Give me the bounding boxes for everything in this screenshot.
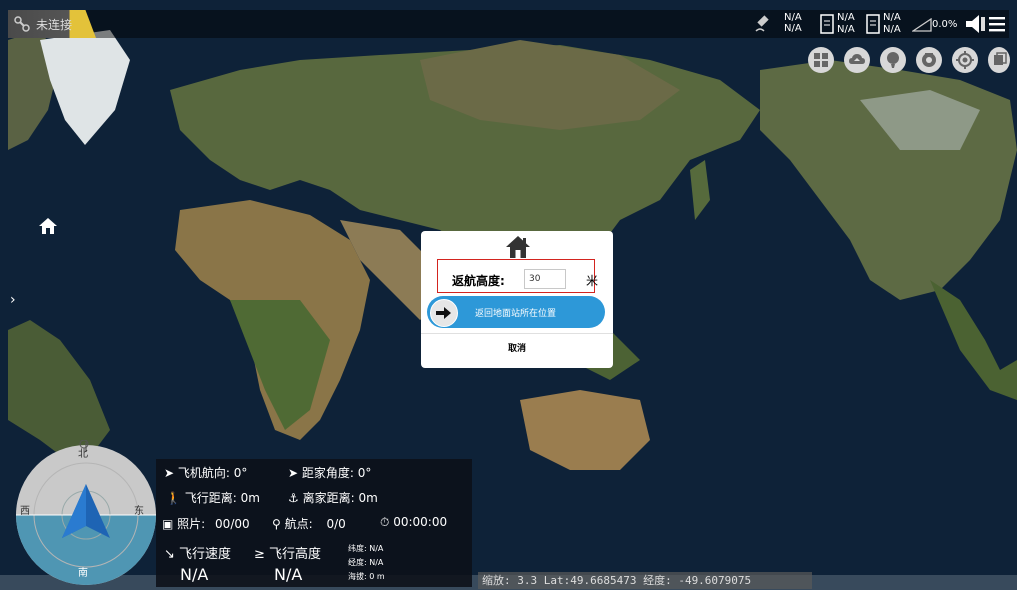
waypoint-label: 航点: bbox=[284, 517, 313, 531]
map-coordinates-bar: 缩放: 3.3 Lat:49.6685473 经度: -49.6079075 bbox=[478, 572, 812, 589]
camera-button[interactable] bbox=[916, 47, 942, 73]
connection-status-text: 未连接 bbox=[36, 18, 73, 32]
connection-status[interactable]: 未连接 bbox=[8, 10, 96, 38]
compass-west: 西 bbox=[20, 506, 30, 517]
menu-button[interactable] bbox=[988, 10, 1008, 38]
battery2-status: N/A N/A bbox=[866, 10, 910, 38]
altitude-icon: ≥ bbox=[254, 547, 265, 562]
return-button-label: 返回地面站所在位置 bbox=[475, 309, 557, 319]
hamburger-menu-icon bbox=[989, 17, 1005, 32]
battery2-value-1: N/A bbox=[883, 12, 901, 23]
layers-button[interactable] bbox=[988, 47, 1010, 73]
timer-value: 00:00:00 bbox=[393, 515, 448, 529]
altitude-label-row: ≥ 飞行高度 bbox=[254, 543, 321, 562]
balloon-icon bbox=[887, 52, 899, 68]
flight-info-panel: ➤ 飞机航向: 0° ➤ 距家角度: 0° 🚶 飞行距离: 0m ⚓ 离家距离:… bbox=[156, 459, 472, 587]
return-altitude-label: 返航高度: bbox=[452, 274, 505, 288]
compass-east: 东 bbox=[134, 504, 144, 517]
signal-status: 0.0% bbox=[912, 10, 962, 38]
signal-percent: 0.0% bbox=[932, 19, 958, 30]
distance-row: 🚶 飞行距离: 0m bbox=[166, 489, 260, 506]
speed-icon: ↘ bbox=[164, 547, 175, 562]
home-angle-row: ➤ 距家角度: 0° bbox=[288, 464, 371, 481]
battery-icon bbox=[820, 14, 834, 34]
waypoint-value: 0/0 bbox=[326, 517, 346, 531]
photo-row: ▣ 照片: 00/00 bbox=[162, 515, 250, 532]
speed-value: N/A bbox=[180, 565, 209, 584]
drone-icon bbox=[14, 16, 30, 32]
battery2-value-2: N/A bbox=[883, 24, 901, 35]
target-icon bbox=[956, 51, 974, 69]
arrow-right-icon bbox=[430, 299, 458, 327]
gps-status bbox=[752, 10, 782, 38]
cancel-button[interactable]: 取消 bbox=[421, 341, 613, 354]
timer-row: ⏱ 00:00:00 bbox=[380, 515, 447, 530]
signal-icon bbox=[912, 18, 932, 32]
return-altitude-group: 返航高度: 米 bbox=[437, 259, 599, 293]
waypoint-icon: ⚲ bbox=[272, 517, 281, 531]
home-icon bbox=[506, 236, 530, 258]
distance-label: 飞行距离: 0m bbox=[184, 491, 260, 505]
locate-button[interactable] bbox=[952, 47, 978, 73]
camera-small-icon: ▣ bbox=[162, 517, 174, 531]
photo-value: 00/00 bbox=[215, 517, 250, 531]
heading-label: 飞机航向: 0° bbox=[177, 466, 248, 480]
expand-panel-chevron-icon[interactable]: › bbox=[10, 292, 16, 308]
home-distance-label: 离家距离: 0m bbox=[302, 491, 378, 505]
home-angle-label: 距家角度: 0° bbox=[301, 466, 372, 480]
stopwatch-icon: ⏱ bbox=[380, 515, 390, 529]
altitude-value: N/A bbox=[274, 565, 303, 584]
return-to-ground-station-button[interactable]: 返回地面站所在位置 bbox=[427, 296, 605, 328]
return-home-dialog: 返航高度: 米 返回地面站所在位置 取消 bbox=[421, 231, 613, 368]
speaker-icon bbox=[966, 15, 985, 33]
home-distance-row: ⚓ 离家距离: 0m bbox=[288, 489, 378, 506]
balloon-button[interactable] bbox=[880, 47, 906, 73]
compass-south: 南 bbox=[78, 566, 88, 579]
layers-icon bbox=[994, 52, 1007, 65]
battery1-value-1: N/A bbox=[837, 12, 855, 23]
cloud-upload-button[interactable] bbox=[844, 47, 870, 73]
grid-icon bbox=[814, 53, 828, 67]
photo-label: 照片: bbox=[177, 517, 206, 531]
home-distance-icon: ⚓ bbox=[288, 491, 299, 505]
waypoint-row: ⚲ 航点: 0/0 bbox=[272, 515, 346, 532]
cloud-icon bbox=[849, 54, 865, 64]
gps-values: N/A N/A bbox=[784, 10, 812, 38]
battery1-status: N/A N/A bbox=[820, 10, 866, 38]
walking-person-icon: 🚶 bbox=[166, 491, 181, 505]
gps-value-1: N/A bbox=[784, 12, 802, 23]
lon-label: 经度: N/A bbox=[348, 558, 384, 567]
altitude-label: 飞行高度 bbox=[269, 547, 322, 562]
battery1-value-2: N/A bbox=[837, 24, 855, 35]
battery-icon bbox=[866, 14, 880, 34]
sea-altitude-label: 海拔: 0 m bbox=[348, 572, 385, 581]
grid-button[interactable] bbox=[808, 47, 834, 73]
speed-label: 飞行速度 bbox=[179, 547, 232, 562]
return-altitude-unit: 米 bbox=[586, 274, 599, 288]
dialog-divider bbox=[421, 333, 613, 334]
compass-north: 北 bbox=[78, 448, 88, 460]
camera-icon bbox=[922, 53, 936, 67]
home-icon[interactable] bbox=[38, 217, 58, 235]
speaker-button[interactable] bbox=[964, 10, 986, 38]
heading-arrow-icon: ➤ bbox=[164, 466, 175, 480]
home-angle-arrow-icon: ➤ bbox=[288, 466, 299, 480]
speed-label-row: ↘ 飞行速度 bbox=[164, 543, 231, 562]
gps-value-2: N/A bbox=[784, 23, 802, 34]
satellite-icon bbox=[755, 15, 769, 32]
return-altitude-input[interactable] bbox=[524, 269, 566, 289]
heading-row: ➤ 飞机航向: 0° bbox=[164, 464, 247, 481]
lat-label: 纬度: N/A bbox=[348, 544, 384, 553]
compass: 北 南 东 西 bbox=[16, 440, 156, 585]
